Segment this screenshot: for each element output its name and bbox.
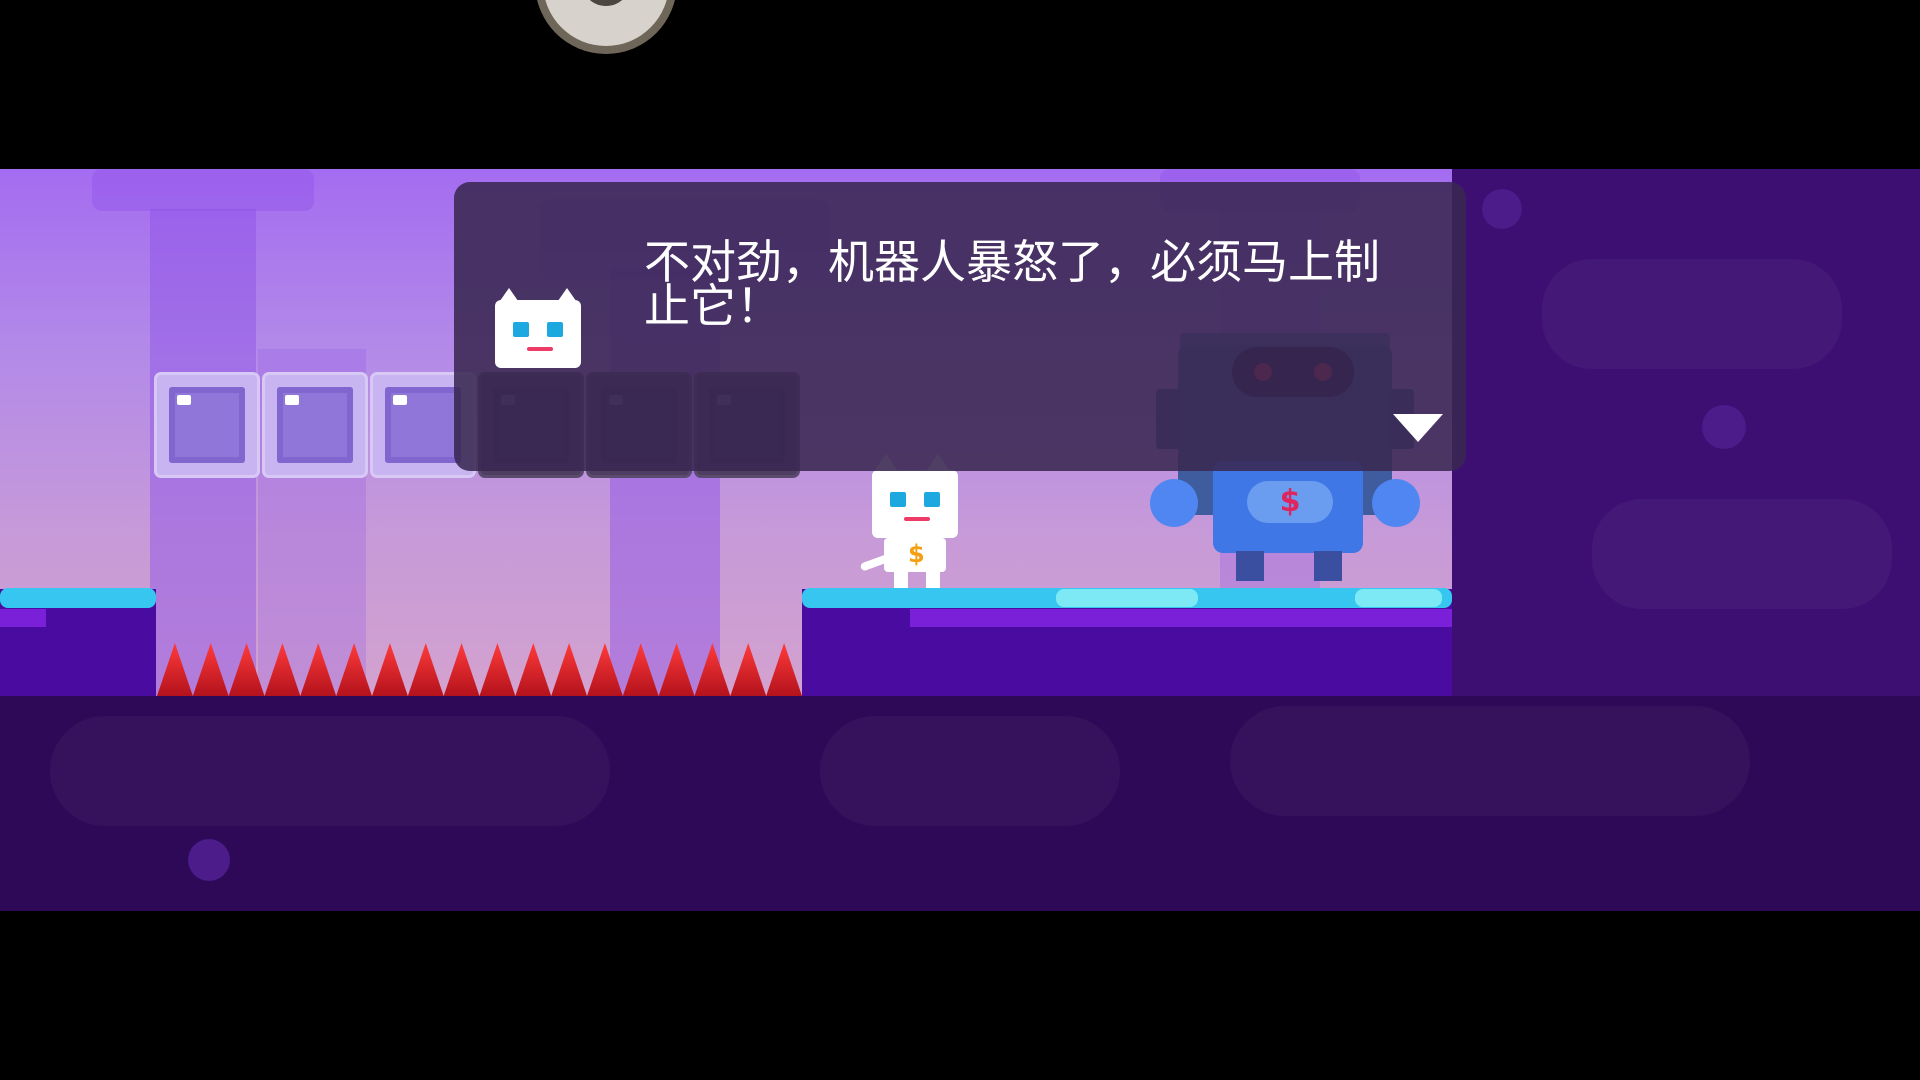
- spike: [766, 643, 802, 696]
- raccoon-avatar-icon: [543, 0, 669, 46]
- player-cat: $: [859, 454, 986, 590]
- spike: [658, 643, 695, 696]
- cat-face-icon: [495, 288, 581, 368]
- spike: [372, 643, 408, 696]
- spike: [407, 643, 444, 696]
- spike: [228, 643, 265, 696]
- dark-background: [1452, 169, 1920, 696]
- spike: [587, 643, 623, 696]
- spike: [479, 643, 516, 696]
- spike: [730, 643, 767, 696]
- block: [262, 372, 368, 478]
- background-pillar: [92, 169, 314, 211]
- spike-pit: [157, 643, 802, 696]
- left-ledge-top: [0, 588, 156, 608]
- player-avatar[interactable]: [535, 0, 677, 54]
- spike: [515, 643, 552, 696]
- block: [154, 372, 260, 478]
- spike: [264, 643, 301, 696]
- spike: [694, 643, 731, 696]
- spike: [336, 643, 372, 696]
- spike: [192, 643, 229, 696]
- triangle-down-icon[interactable]: [1393, 414, 1443, 442]
- dialog-text: 不对劲，机器人暴怒了，必须马上制止它！: [644, 235, 1380, 333]
- spike: [443, 643, 480, 696]
- background-lower: [0, 696, 1920, 911]
- spike: [300, 643, 337, 696]
- spike: [157, 643, 193, 696]
- spike: [622, 643, 659, 696]
- spike: [551, 643, 587, 696]
